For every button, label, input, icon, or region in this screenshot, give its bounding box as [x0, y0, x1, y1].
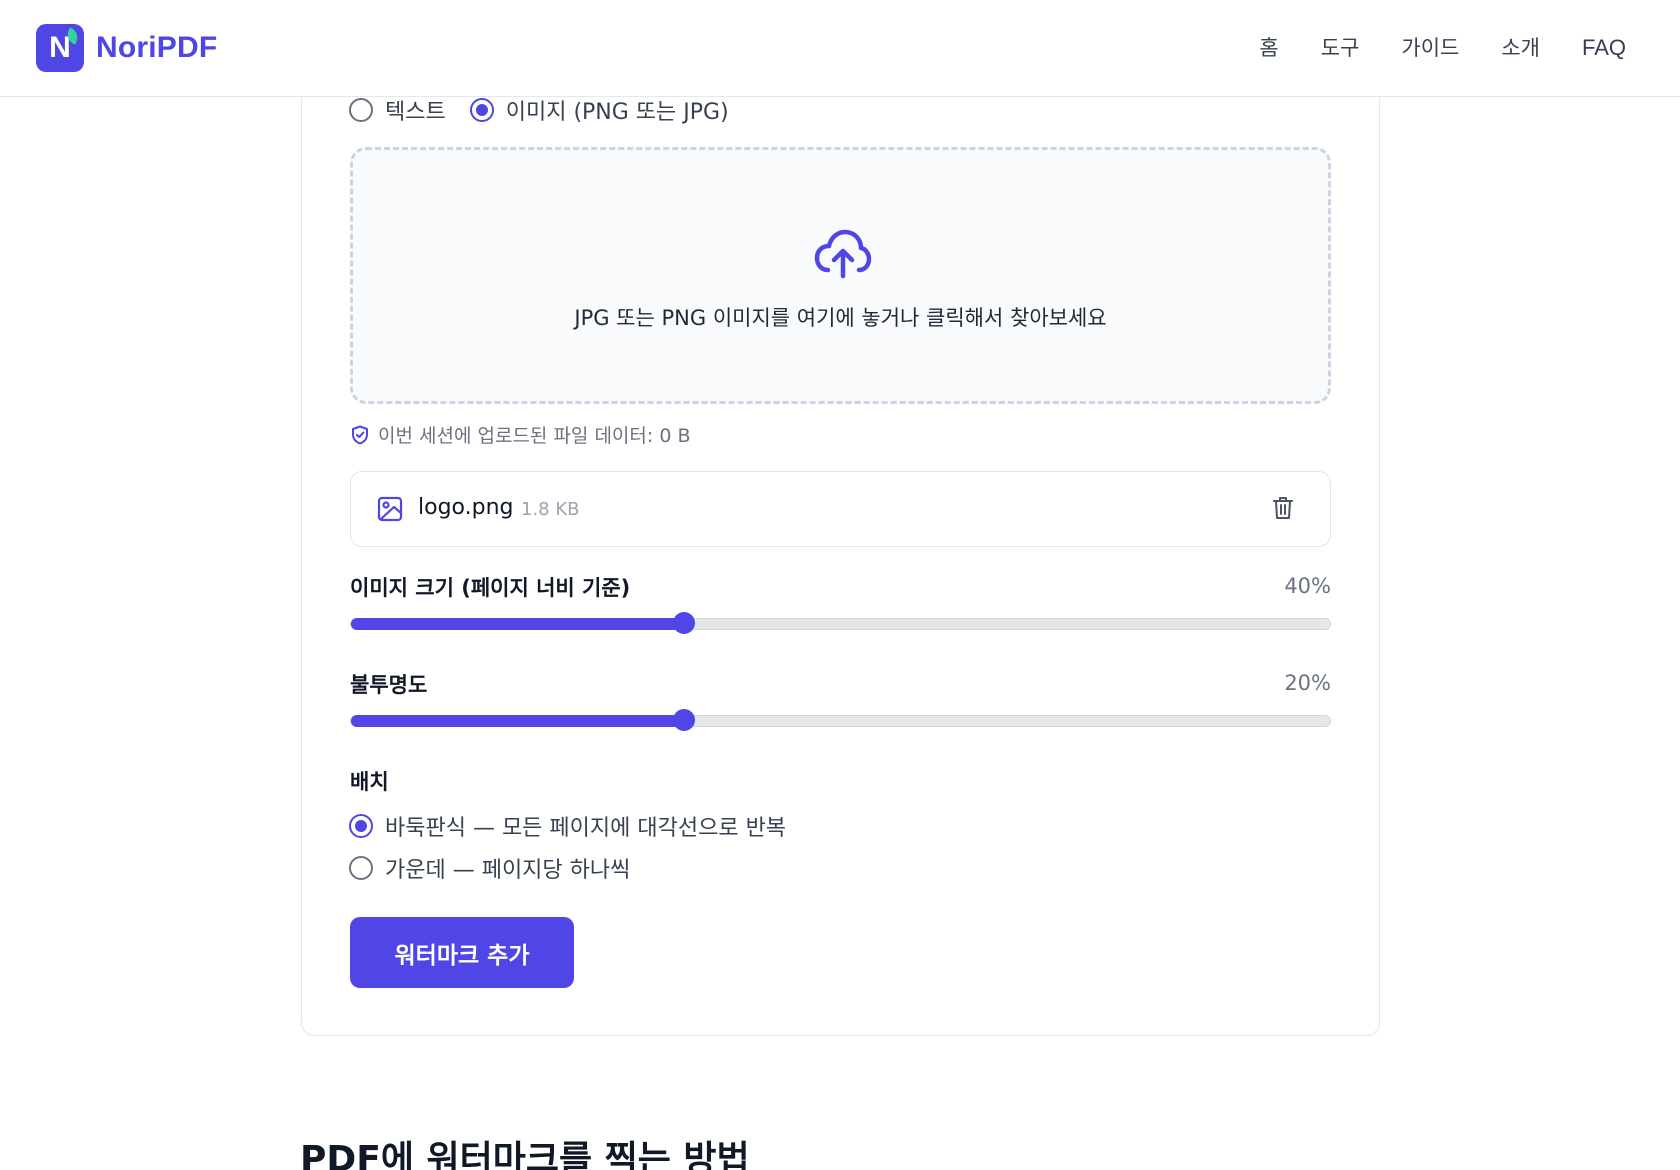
site-header: N NoriPDF 홈 도구 가이드 소개 FAQ — [0, 0, 1680, 97]
radio-center-label[interactable]: 가운데 — 페이지당 하나씩 — [385, 852, 630, 884]
shield-check-icon — [352, 425, 368, 444]
trash-icon[interactable] — [1272, 495, 1294, 521]
image-size-slider-fill — [351, 618, 684, 630]
how-to-heading: PDF에 워터마크를 찍는 방법 — [300, 1139, 750, 1170]
radio-center[interactable] — [349, 856, 373, 880]
add-watermark-button[interactable]: 워터마크 추가 — [350, 917, 574, 988]
image-size-slider[interactable] — [350, 612, 1331, 634]
image-dropzone[interactable]: JPG 또는 PNG 이미지를 여기에 놓거나 클릭해서 찾아보세요 — [350, 147, 1331, 404]
opacity-label: 불투명도 — [350, 673, 428, 697]
image-icon — [377, 496, 403, 522]
nav-item-faq[interactable]: FAQ — [1582, 30, 1626, 66]
session-info: 이번 세션에 업로드된 파일 데이터: 0 B — [351, 421, 690, 448]
image-size-value: 40% — [1284, 574, 1331, 598]
main-nav: 홈 도구 가이드 소개 FAQ — [1217, 30, 1626, 66]
radio-tile[interactable] — [349, 814, 373, 838]
radio-image[interactable] — [469, 98, 494, 122]
placement-option-center[interactable]: 가운데 — 페이지당 하나씩 — [349, 852, 630, 884]
logo-icon: N — [36, 24, 84, 72]
file-name: logo.png — [418, 495, 514, 520]
opacity-value: 20% — [1284, 671, 1331, 695]
image-size-slider-thumb[interactable] — [672, 612, 695, 634]
dropzone-text: JPG 또는 PNG 이미지를 여기에 놓거나 클릭해서 찾아보세요 — [574, 306, 1107, 330]
radio-tile-label[interactable]: 바둑판식 — 모든 페이지에 대각선으로 반복 — [385, 810, 786, 842]
image-size-label: 이미지 크기 (페이지 너비 기준) — [350, 576, 631, 600]
cloud-upload-icon — [814, 229, 872, 279]
radio-text[interactable] — [349, 98, 373, 122]
watermark-type-group: 텍스트 이미지 (PNG 또는 JPG) — [349, 94, 753, 126]
file-size: 1.8 KB — [521, 499, 580, 520]
opacity-slider[interactable] — [350, 709, 1331, 731]
nav-item-about[interactable]: 소개 — [1501, 30, 1540, 66]
nav-item-guide[interactable]: 가이드 — [1401, 30, 1459, 66]
opacity-slider-fill — [351, 715, 684, 727]
uploaded-file-item: logo.png 1.8 KB — [350, 471, 1331, 547]
opacity-slider-thumb[interactable] — [672, 709, 695, 731]
radio-text-label[interactable]: 텍스트 — [385, 94, 446, 126]
placement-option-tile[interactable]: 바둑판식 — 모든 페이지에 대각선으로 반복 — [349, 810, 786, 842]
nav-item-tools[interactable]: 도구 — [1321, 30, 1360, 66]
placement-label: 배치 — [350, 770, 389, 794]
session-text: 이번 세션에 업로드된 파일 데이터: 0 B — [378, 425, 691, 447]
brand-name: NoriPDF — [96, 31, 218, 64]
brand[interactable]: N NoriPDF — [36, 24, 217, 72]
radio-image-label[interactable]: 이미지 (PNG 또는 JPG) — [506, 94, 729, 126]
nav-item-home[interactable]: 홈 — [1259, 30, 1278, 66]
